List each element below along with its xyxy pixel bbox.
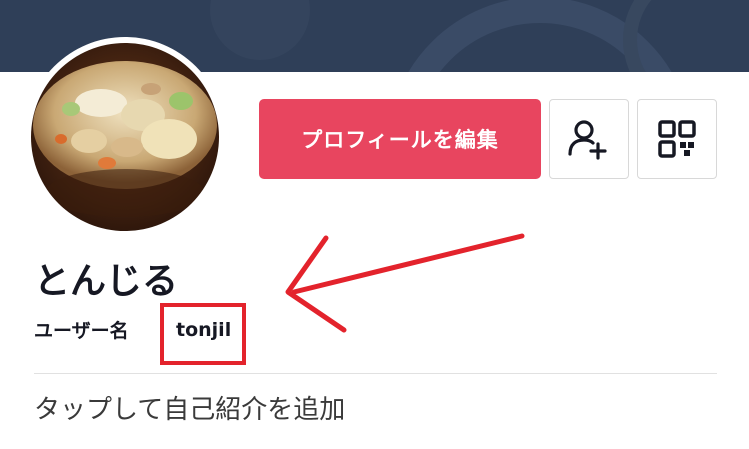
profile-page: プロフィールを編集 とんじる ユーザー名 tonjil タップして自己紹介を追加 (0, 0, 749, 449)
bio-placeholder[interactable]: タップして自己紹介を追加 (34, 390, 345, 430)
add-friend-button[interactable] (549, 99, 629, 179)
edit-profile-button[interactable]: プロフィールを編集 (259, 99, 541, 179)
username-value: tonjil (176, 319, 232, 341)
avatar-image-soup (31, 43, 219, 231)
qr-code-icon (658, 120, 696, 158)
qr-code-button[interactable] (637, 99, 717, 179)
username-label: ユーザー名 (34, 320, 129, 342)
person-plus-icon (568, 120, 607, 160)
avatar[interactable] (31, 43, 219, 231)
display-name: とんじる (34, 261, 179, 302)
edit-profile-label: プロフィールを編集 (301, 128, 499, 152)
divider (34, 373, 717, 374)
